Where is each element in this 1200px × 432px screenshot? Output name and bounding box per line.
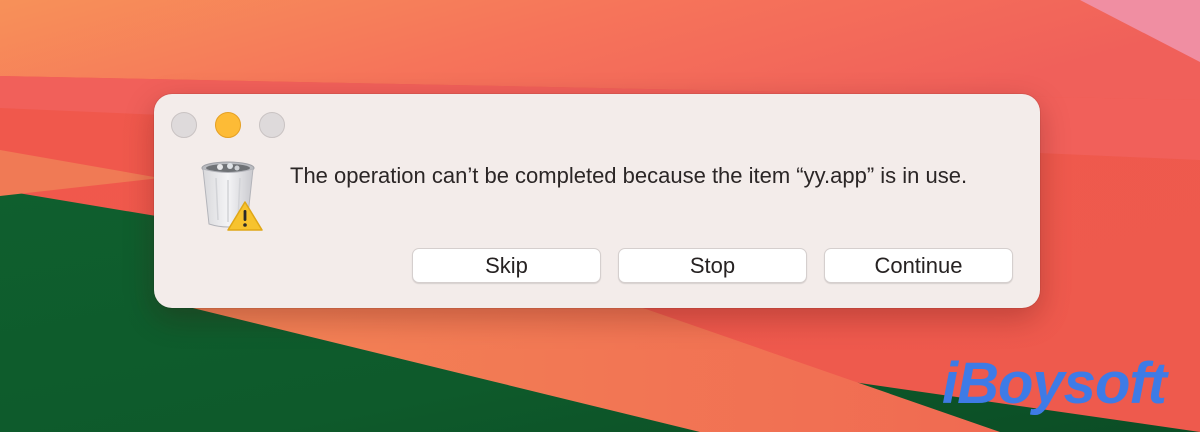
close-window-button[interactable]: [171, 112, 197, 138]
alert-message: The operation can’t be completed because…: [290, 163, 968, 188]
continue-button[interactable]: Continue: [824, 248, 1013, 283]
trash-warning-icon: [201, 161, 263, 231]
zoom-window-button[interactable]: [259, 112, 285, 138]
minimize-window-button[interactable]: [215, 112, 241, 138]
stop-button[interactable]: Stop: [618, 248, 807, 283]
alert-dialog: The operation can’t be completed because…: [154, 94, 1040, 308]
brand-watermark: iBoysoft: [942, 351, 1167, 416]
skip-button[interactable]: Skip: [412, 248, 601, 283]
